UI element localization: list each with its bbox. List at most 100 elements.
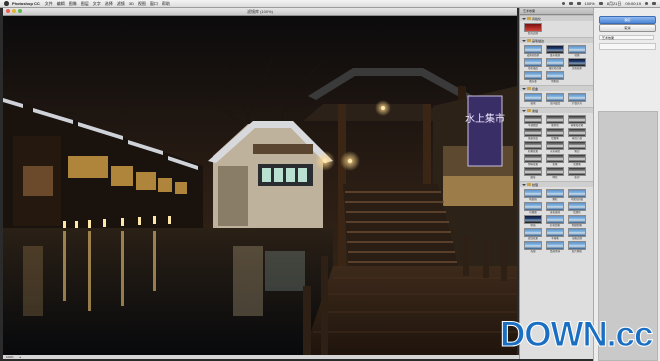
filter-thumbnail[interactable]: 撕边: [568, 141, 586, 153]
menu-item[interactable]: 视图: [138, 1, 146, 7]
apple-icon[interactable]: [4, 1, 9, 6]
filter-thumbnail[interactable]: 阴影线: [546, 71, 564, 83]
filter-thumbnail[interactable]: 马赛克拼贴: [568, 189, 586, 201]
filter-thumbnail[interactable]: 烟灰墨: [524, 71, 542, 83]
filter-label: 颗粒: [552, 198, 558, 201]
filter-thumbnail[interactable]: 龟裂缝: [524, 189, 542, 201]
filter-thumbnail[interactable]: 拼缀图: [524, 202, 542, 214]
filter-thumbnail[interactable]: 成角的线条: [524, 45, 542, 57]
filter-thumbnail[interactable]: 图章: [524, 167, 542, 179]
filter-thumbnail[interactable]: 壁画: [524, 215, 542, 227]
filter-label: 阴影线: [551, 80, 559, 83]
menu-item[interactable]: 选择: [105, 1, 113, 7]
app-menu[interactable]: Photoshop CC: [12, 1, 40, 6]
filter-thumbnail[interactable]: 粗糙蜡笔: [568, 215, 586, 227]
battery-icon[interactable]: [598, 2, 603, 5]
battery-percent: 100%: [584, 1, 595, 6]
filter-thumbnail[interactable]: 水彩画纸: [546, 141, 564, 153]
menu-item[interactable]: 文件: [45, 1, 53, 7]
filter-preview-image: [524, 93, 542, 102]
disclosure-triangle-icon[interactable]: [522, 183, 526, 186]
filter-thumbnail[interactable]: 喷色描边: [524, 58, 542, 70]
filter-thumbnail[interactable]: 墨水轮廓: [546, 45, 564, 57]
filter-thumbnail[interactable]: 炭精笔: [568, 154, 586, 166]
filter-label: 影印: [574, 176, 580, 179]
night-canal-photo: 水上集市: [3, 16, 517, 355]
filter-thumbnail[interactable]: 海洋波纹: [546, 93, 564, 105]
market-sign: 水上集市: [465, 112, 505, 125]
menu-item[interactable]: 文字: [93, 1, 101, 7]
filter-thumbnail[interactable]: 塑料效果: [524, 154, 542, 166]
filter-thumbnail[interactable]: 玻璃: [524, 93, 542, 105]
close-button[interactable]: [6, 9, 10, 13]
cancel-button[interactable]: 取消: [599, 24, 656, 32]
filter-preview-image: [524, 202, 542, 211]
filter-thumbnail[interactable]: 基底凸现: [568, 128, 586, 140]
menu-item[interactable]: 窗口: [150, 1, 158, 7]
wifi-icon[interactable]: [568, 2, 573, 5]
filter-thumbnail[interactable]: 海报边缘: [568, 228, 586, 240]
volume-icon[interactable]: [576, 2, 581, 5]
filter-label: 水彩画纸: [549, 150, 560, 153]
filter-thumbnail[interactable]: 网状: [546, 167, 564, 179]
filter-thumbnail[interactable]: 喷溅: [568, 45, 586, 57]
filter-thumbnail[interactable]: 强化的边缘: [546, 58, 564, 70]
filter-thumbnail[interactable]: 干画笔: [546, 228, 564, 240]
window-controls: [6, 9, 22, 13]
list-icon[interactable]: [652, 2, 656, 5]
menu-item[interactable]: 图层: [81, 1, 89, 7]
filter-thumbnail[interactable]: 海绵: [524, 241, 542, 253]
menu-list: 文件 编辑 图像 图层 文字 选择 滤镜 3D 视图 窗口 帮助: [45, 1, 174, 7]
search-icon[interactable]: [645, 2, 648, 5]
menu-item[interactable]: 图像: [69, 1, 77, 7]
filter-thumbnail[interactable]: 炭笔: [546, 154, 564, 166]
menu-item[interactable]: 帮助: [162, 1, 170, 7]
image-canvas[interactable]: 水上集市: [3, 16, 517, 355]
disclosure-triangle-icon[interactable]: [522, 87, 526, 90]
filter-thumbnail[interactable]: 绘图笔: [546, 128, 564, 140]
menu-item[interactable]: 滤镜: [117, 1, 125, 7]
filter-thumbnail[interactable]: 深色线条: [568, 58, 586, 70]
filter-thumbnail[interactable]: 扩散亮光: [568, 93, 586, 105]
minimize-button[interactable]: [12, 9, 16, 13]
disclosure-triangle-icon[interactable]: [522, 109, 526, 112]
filter-thumbnail[interactable]: 影印: [568, 167, 586, 179]
filter-label: 拼缀图: [529, 211, 537, 214]
filter-thumbnail[interactable]: 便条纸: [546, 115, 564, 127]
menu-item[interactable]: 编辑: [57, 1, 65, 7]
disclosure-triangle-icon[interactable]: [522, 39, 526, 42]
filter-thumbnail[interactable]: 胶片颗粒: [568, 241, 586, 253]
disclosure-triangle-icon[interactable]: [522, 17, 526, 20]
filter-label: 烟灰墨: [529, 80, 537, 83]
status-arrow-icon[interactable]: ▸: [20, 355, 22, 359]
zoom-button[interactable]: [18, 9, 22, 13]
filter-label: 粗糙蜡笔: [571, 224, 582, 227]
ok-button[interactable]: 确定: [599, 16, 656, 24]
filter-label: 绘图笔: [551, 137, 559, 140]
filter-group-label: 画笔描边: [532, 38, 545, 43]
filter-thumbnail[interactable]: 底纹效果: [524, 228, 542, 240]
notification-icon[interactable]: [561, 2, 565, 5]
filter-thumbnail[interactable]: 铬黄渐变: [524, 128, 542, 140]
filter-thumbnail[interactable]: 粉笔和炭笔: [568, 115, 586, 127]
zoom-readout[interactable]: 100%: [6, 355, 14, 359]
time-label[interactable]: 09:00:19: [625, 1, 641, 6]
filter-preview-image: [568, 167, 586, 176]
filter-label: 海绵: [530, 250, 536, 253]
filter-thumbnail[interactable]: 石膏效果: [524, 141, 542, 153]
filter-thumbnail[interactable]: 照亮边缘: [524, 23, 542, 35]
filter-preview-image: [568, 202, 586, 211]
filter-thumbnail[interactable]: 染色玻璃: [546, 202, 564, 214]
option-field[interactable]: [599, 43, 656, 50]
menu-item[interactable]: 3D: [129, 1, 134, 7]
filter-preview-image: [546, 241, 564, 250]
filter-thumbnail[interactable]: 绘画涂抹: [546, 241, 564, 253]
filter-thumbnail[interactable]: 颗粒: [546, 189, 564, 201]
filter-preview-image: [568, 93, 586, 102]
filter-thumbnail[interactable]: 纹理化: [568, 202, 586, 214]
filter-thumbnail[interactable]: 彩色铅笔: [546, 215, 564, 227]
filter-label: 成角的线条: [526, 54, 540, 57]
date-label[interactable]: 8月21日: [607, 1, 622, 7]
filter-thumbnail[interactable]: 半调图案: [524, 115, 542, 127]
filter-select[interactable]: 艺术效果: [599, 35, 654, 40]
